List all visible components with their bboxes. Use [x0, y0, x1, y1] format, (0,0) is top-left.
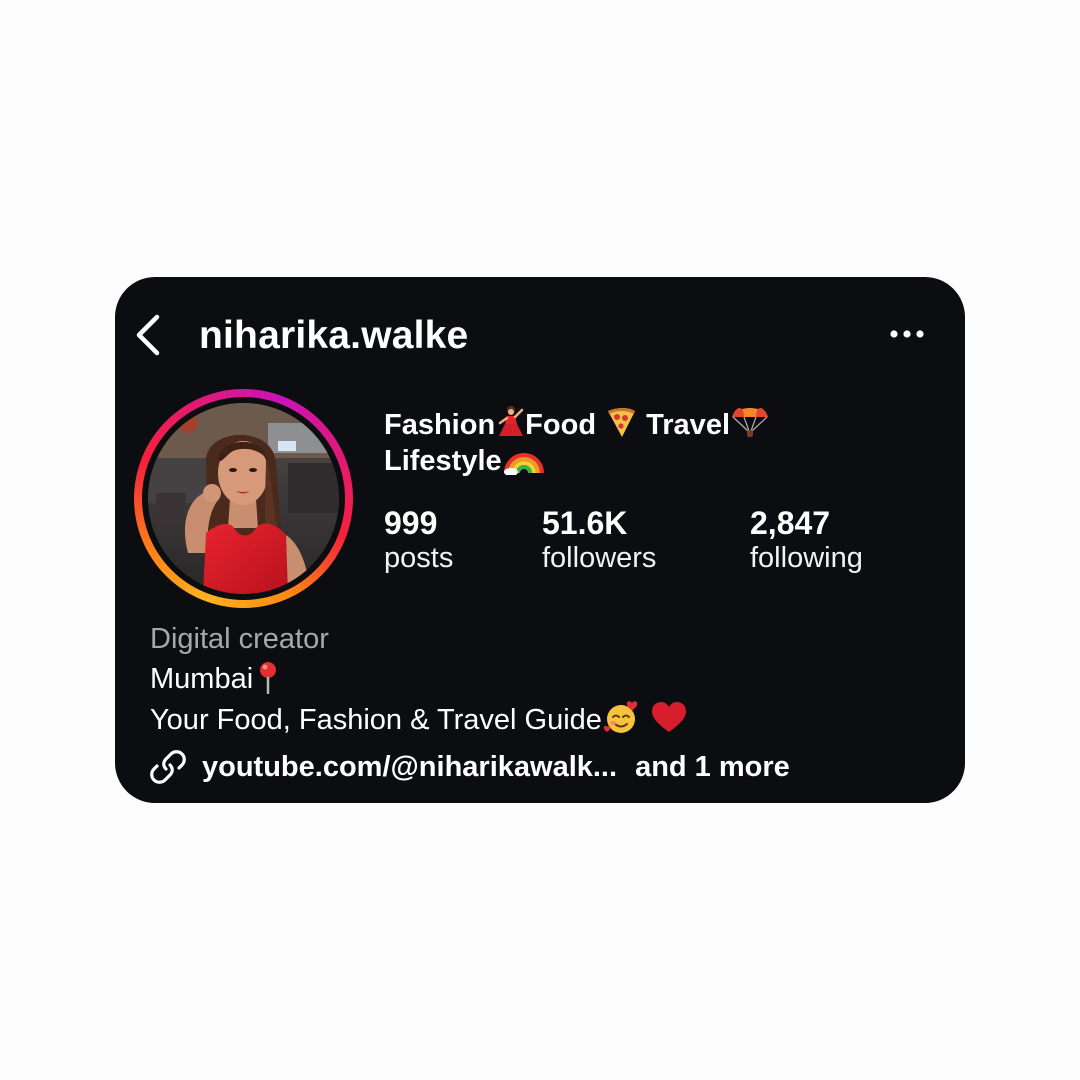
rainbow-emoji-icon	[503, 453, 544, 475]
profile-username: niharika.walke	[199, 314, 469, 357]
bio-tagline: Your Food, Fashion & Travel Guide	[150, 704, 602, 736]
profile-avatar[interactable]	[148, 403, 339, 594]
bio-tagline-line: Your Food, Fashion & Travel Guide	[150, 699, 688, 738]
following-label: following	[750, 542, 863, 574]
link-more[interactable]: and 1 more	[635, 749, 790, 785]
followers-label: followers	[542, 542, 657, 574]
bio-location: Mumbai	[150, 663, 254, 695]
parachute-emoji-icon	[732, 408, 768, 437]
profile-category: Digital creator	[150, 623, 329, 655]
stat-following[interactable]: 2,847 following	[750, 505, 863, 575]
posts-count: 999	[384, 505, 438, 541]
headline-fashion: Fashion	[384, 409, 496, 441]
profile-header-card: niharika.walke Fashion Food Travel Lifes…	[115, 277, 965, 803]
headline-food: Food	[525, 409, 597, 441]
stat-followers[interactable]: 51.6K followers	[542, 505, 656, 575]
link-url[interactable]: youtube.com/@niharikawalk...	[202, 749, 617, 785]
pizza-emoji-icon	[608, 408, 636, 437]
pin-emoji-icon	[260, 662, 277, 694]
profile-headline: Fashion Food Travel Lifestyle	[384, 403, 844, 479]
back-chevron-icon[interactable]	[131, 313, 167, 357]
following-count: 2,847	[750, 505, 831, 541]
posts-label: posts	[384, 542, 454, 574]
link-icon	[150, 750, 186, 784]
headline-travel: Travel	[646, 409, 730, 441]
more-options-icon[interactable]	[887, 319, 927, 349]
dancer-emoji-icon	[498, 406, 524, 436]
story-ring[interactable]	[134, 389, 353, 608]
profile-links[interactable]: youtube.com/@niharikawalk... and 1 more	[148, 747, 790, 787]
followers-count: 51.6K	[542, 505, 628, 541]
smiling-face-hearts-emoji-icon	[603, 701, 638, 733]
bio-location-line: Mumbai	[150, 660, 283, 697]
avatar-photo	[148, 403, 339, 594]
headline-lifestyle: Lifestyle	[384, 445, 502, 477]
stat-posts[interactable]: 999 posts	[384, 505, 453, 575]
red-heart-emoji-icon	[651, 702, 686, 732]
